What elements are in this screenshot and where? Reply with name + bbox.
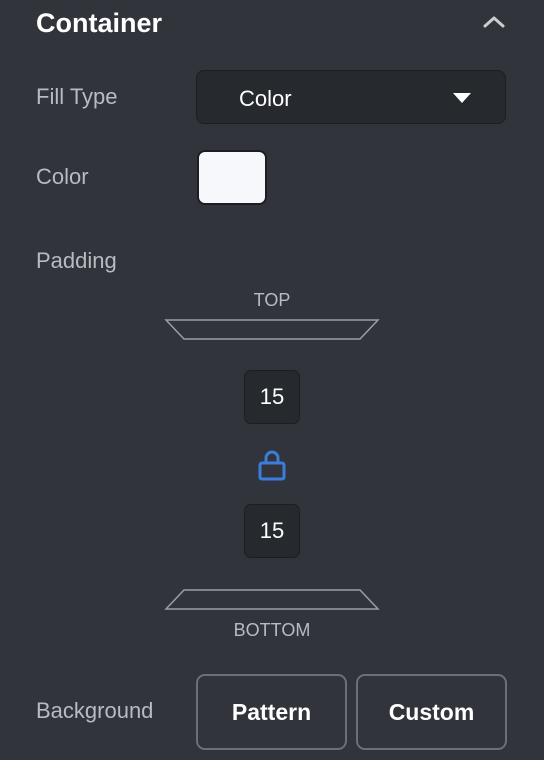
- padding-bottom-handle[interactable]: [164, 588, 380, 612]
- section-title: Container: [36, 8, 163, 38]
- background-label: Background: [36, 698, 154, 723]
- padding-bottom-label: BOTTOM: [233, 620, 311, 640]
- padding-top-handle[interactable]: [164, 318, 380, 342]
- caret-down-icon: [453, 93, 471, 103]
- padding-top-label: TOP: [253, 290, 291, 310]
- custom-button[interactable]: Custom: [356, 674, 507, 750]
- chevron-up-icon[interactable]: [480, 10, 508, 34]
- pattern-button[interactable]: Pattern: [196, 674, 347, 750]
- padding-top-input[interactable]: 15: [244, 370, 300, 424]
- fill-type-select[interactable]: Color: [196, 70, 506, 124]
- fill-type-value: Color: [239, 86, 292, 111]
- color-label: Color: [36, 164, 89, 189]
- lock-icon[interactable]: [256, 448, 288, 482]
- padding-label: Padding: [36, 248, 117, 273]
- fill-type-label: Fill Type: [36, 84, 118, 109]
- padding-bottom-input[interactable]: 15: [244, 504, 300, 558]
- color-swatch[interactable]: [197, 150, 267, 205]
